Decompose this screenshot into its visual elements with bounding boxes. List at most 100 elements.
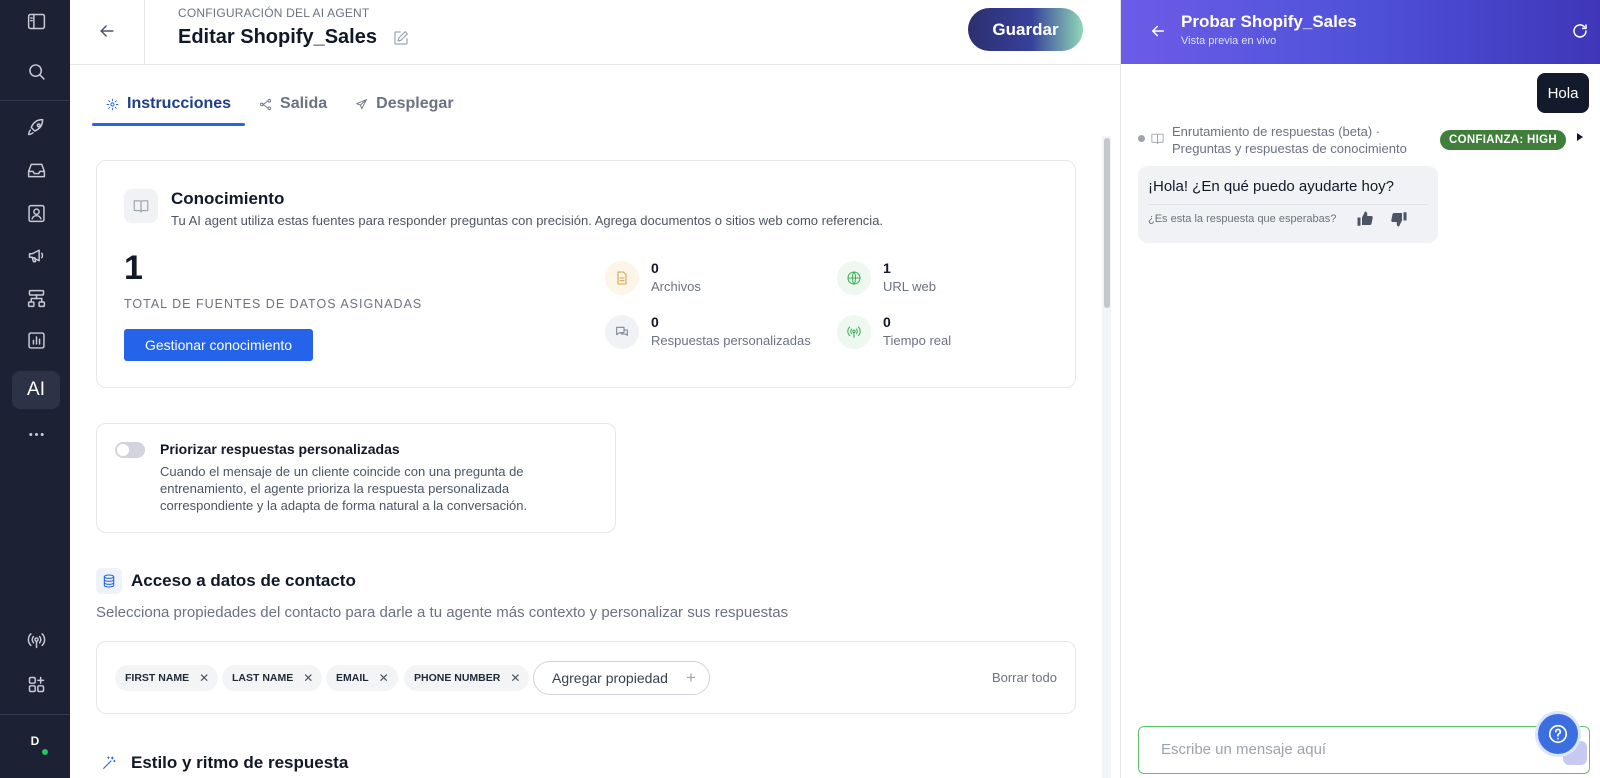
preview-title: Probar Shopify_Sales (1181, 12, 1357, 31)
preview-panel: Probar Shopify_Sales Vista previa en viv… (1120, 0, 1600, 778)
preview-back-button[interactable] (1145, 18, 1171, 44)
reports-icon[interactable] (12, 321, 60, 359)
bot-message: ¡Hola! ¿En qué puedo ayudarte hoy? ¿Es e… (1138, 166, 1438, 243)
sidebar-toggle-icon[interactable] (12, 2, 60, 40)
tab-label: Salida (280, 95, 328, 112)
megaphone-icon[interactable] (12, 236, 60, 274)
header-divider (144, 0, 145, 65)
arrow-left-icon (1152, 25, 1164, 37)
prioritize-toggle[interactable] (115, 442, 145, 458)
knowledge-title: Conocimiento (171, 189, 285, 208)
expand-caret-icon[interactable] (1577, 133, 1583, 141)
share-nodes-icon (259, 98, 272, 110)
chip-label: PHONE NUMBER (414, 672, 501, 684)
refresh-icon (1573, 24, 1587, 38)
book-icon (124, 189, 158, 223)
page-title: Editar Shopify_Sales (178, 26, 377, 48)
stat-tiempo-real: 0 Tiempo real (837, 314, 952, 349)
message-input-placeholder: Escribe un mensaje aquí (1161, 741, 1327, 758)
rocket-icon[interactable] (12, 108, 60, 146)
stat-label: URL web (883, 279, 936, 294)
confidence-badge: CONFIANZA: HIGH (1440, 130, 1566, 150)
ai-agent-nav[interactable]: AI (12, 371, 60, 409)
stat-value: 0 (651, 260, 659, 276)
preview-subtitle: Vista previa en vivo (1181, 35, 1277, 47)
remove-chip-icon[interactable]: ✕ (303, 671, 313, 685)
magic-wand-icon (96, 750, 122, 776)
chat-icon (605, 315, 639, 349)
chip-label: FIRST NAME (125, 672, 190, 684)
stat-archivos: 0 Archivos (605, 260, 701, 295)
tab-instrucciones[interactable]: Instrucciones (92, 82, 246, 126)
apps-icon[interactable] (12, 665, 60, 703)
prioritize-card: Priorizar respuestas personalizadas Cuan… (96, 423, 616, 533)
scrollbar-thumb[interactable] (1104, 138, 1110, 308)
refresh-button[interactable] (1567, 18, 1593, 44)
stat-label: Archivos (651, 279, 701, 294)
help-icon (1548, 724, 1568, 744)
knowledge-card: Conocimiento Tu AI agent utiliza estas f… (96, 160, 1076, 388)
knowledge-description: Tu AI agent utiliza estas fuentes para r… (171, 213, 884, 228)
chip-label: LAST NAME (232, 672, 294, 684)
stat-respuestas-personalizadas: 0 Respuestas personalizadas (605, 314, 811, 349)
manage-knowledge-button[interactable]: Gestionar conocimiento (124, 329, 313, 361)
user-message: Hola (1537, 73, 1589, 113)
contact-access-description: Selecciona propiedades del contacto para… (96, 604, 789, 621)
left-rail: AI D (0, 0, 70, 778)
preview-header: Probar Shopify_Sales Vista previa en viv… (1121, 0, 1600, 64)
contact-access-title: Acceso a datos de contacto (131, 571, 356, 590)
property-chip: EMAIL ✕ (326, 665, 398, 691)
stat-value: 0 (651, 314, 659, 330)
arrow-left-icon (100, 25, 114, 37)
stat-value: 0 (883, 314, 891, 330)
routing-info: Enrutamiento de respuestas (beta) · Preg… (1172, 124, 1407, 156)
thumbs-up-icon[interactable] (1356, 210, 1376, 230)
back-button[interactable] (92, 16, 122, 46)
thumbs-down-icon[interactable] (1390, 210, 1410, 230)
gear-icon (106, 98, 119, 110)
tab-bar: Instrucciones Salida Desplegar (92, 82, 468, 126)
page-eyebrow: CONFIGURACIÓN DEL AI AGENT (178, 6, 370, 20)
inbox-icon[interactable] (12, 151, 60, 189)
send-icon (356, 98, 368, 109)
save-button[interactable]: Guardar (968, 8, 1083, 51)
edit-title-icon[interactable] (392, 29, 412, 49)
property-chip: LAST NAME ✕ (222, 665, 323, 691)
document-icon (605, 261, 639, 295)
help-button[interactable] (1535, 711, 1581, 757)
property-chip: FIRST NAME ✕ (115, 665, 219, 691)
property-chip: PHONE NUMBER ✕ (404, 665, 530, 691)
rail-divider (0, 100, 70, 101)
database-icon (96, 568, 122, 594)
clear-all-link[interactable]: Borrar todo (992, 670, 1057, 685)
knowledge-total-caption: TOTAL DE FUENTES DE DATOS ASIGNADAS (124, 297, 423, 311)
bot-message-text: ¡Hola! ¿En qué puedo ayudarte hoy? (1148, 178, 1394, 195)
online-status-dot (42, 749, 48, 755)
remove-chip-icon[interactable]: ✕ (199, 671, 209, 685)
style-section-title: Estilo y ritmo de respuesta (131, 753, 349, 772)
tab-label: Instrucciones (127, 95, 232, 112)
more-icon[interactable] (12, 415, 60, 453)
tab-salida[interactable]: Salida (245, 82, 341, 126)
contacts-icon[interactable] (12, 194, 60, 232)
knowledge-total: 1 (124, 249, 143, 287)
prioritize-title: Priorizar respuestas personalizadas (160, 441, 400, 457)
stat-label: Respuestas personalizadas (651, 333, 811, 348)
tab-label: Desplegar (376, 95, 454, 112)
page-header: CONFIGURACIÓN DEL AI AGENT Editar Shopif… (70, 0, 1120, 65)
status-dot (1138, 135, 1145, 142)
remove-chip-icon[interactable]: ✕ (379, 671, 389, 685)
message-input[interactable]: Escribe un mensaje aquí (1138, 726, 1590, 774)
search-icon[interactable] (12, 52, 60, 90)
add-property-label: Agregar propiedad (552, 670, 668, 686)
globe-icon (837, 261, 871, 295)
workflow-icon[interactable] (12, 279, 60, 317)
broadcast-icon (837, 315, 871, 349)
remove-chip-icon[interactable]: ✕ (510, 671, 520, 685)
bot-message-divider (1148, 204, 1428, 205)
stat-label: Tiempo real (883, 333, 952, 348)
book-icon (1150, 131, 1166, 147)
add-property-button[interactable]: Agregar propiedad + (533, 661, 710, 695)
tab-desplegar[interactable]: Desplegar (341, 82, 467, 126)
broadcast-icon[interactable] (12, 621, 60, 659)
